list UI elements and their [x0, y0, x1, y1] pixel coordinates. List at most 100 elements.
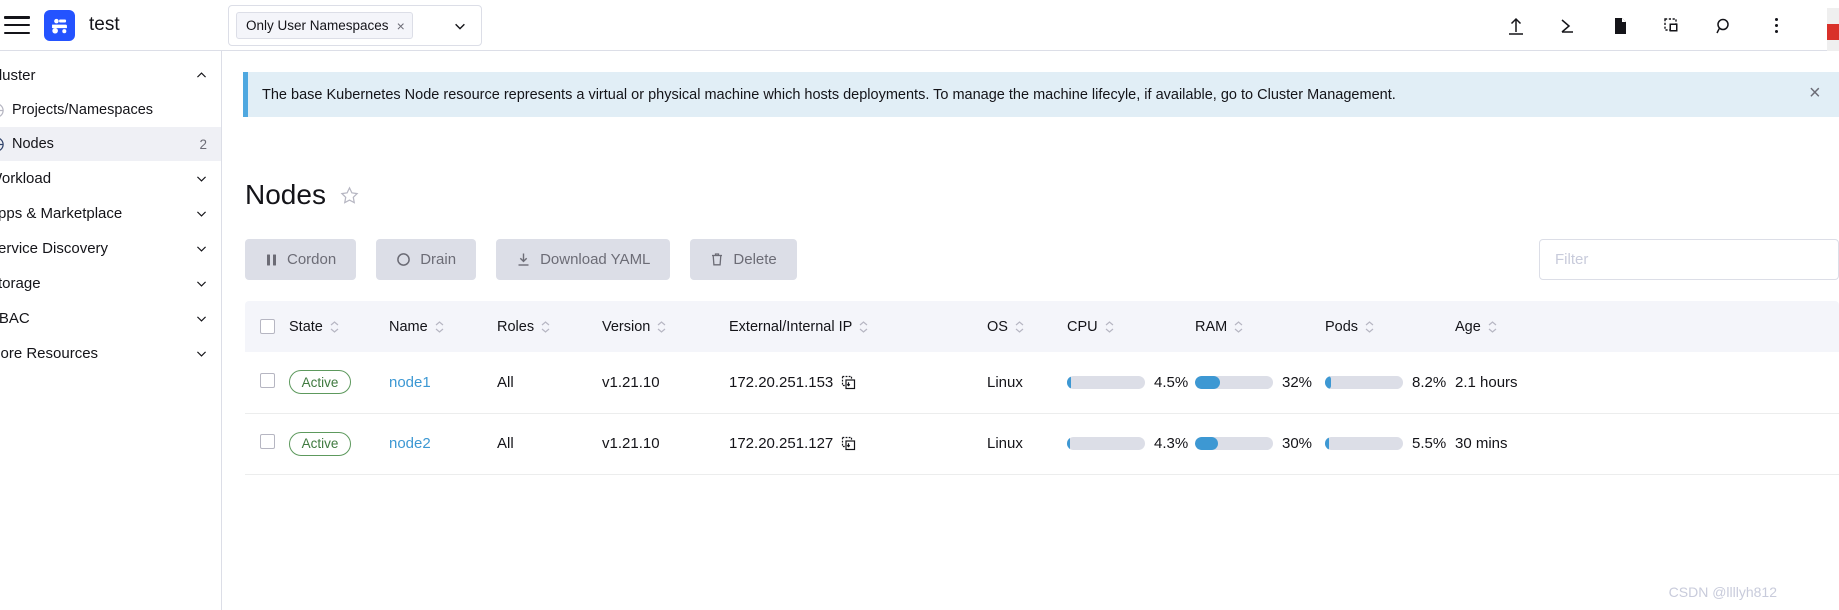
node-name-link[interactable]: node1: [389, 374, 431, 391]
button-label: Drain: [420, 251, 457, 268]
sidebar-group-label: Cluster: [0, 67, 36, 84]
namespace-pill-remove-icon[interactable]: ×: [397, 18, 405, 34]
row-checkbox[interactable]: [260, 434, 275, 449]
filter-input-wrapper[interactable]: [1539, 239, 1839, 280]
namespace-filter[interactable]: Only User Namespaces ×: [228, 5, 482, 46]
sidebar-group-workload[interactable]: Workload: [0, 161, 221, 196]
cell-roles: All: [497, 352, 602, 414]
column-header-version[interactable]: Version: [602, 301, 729, 352]
namespace-pill[interactable]: Only User Namespaces ×: [236, 12, 413, 39]
column-header-age[interactable]: Age: [1455, 301, 1839, 352]
sort-icon[interactable]: [1015, 320, 1024, 333]
column-header-os[interactable]: OS: [987, 301, 1067, 352]
cell-state: Active: [289, 413, 389, 475]
cell-name: node2: [389, 413, 497, 475]
ram-value: 32%: [1282, 373, 1313, 391]
cordon-button[interactable]: Cordon: [245, 239, 357, 280]
sort-icon[interactable]: [541, 320, 550, 333]
cell-cpu: 4.3%: [1067, 413, 1195, 475]
column-header-ram[interactable]: RAM: [1195, 301, 1325, 352]
sort-icon[interactable]: [1234, 320, 1243, 333]
filter-input[interactable]: [1540, 240, 1838, 279]
cell-pods: 8.2%: [1325, 352, 1455, 414]
table-row[interactable]: Active node2 All v1.21.10 172.20.251.127: [245, 413, 1839, 475]
pods-meter: [1325, 437, 1403, 450]
sidebar-item-projects-namespaces[interactable]: Projects/Namespaces: [0, 93, 221, 127]
chevron-down-icon[interactable]: [195, 312, 208, 325]
chevron-down-icon[interactable]: [453, 19, 467, 33]
column-label: Pods: [1325, 318, 1359, 335]
chevron-up-icon[interactable]: [195, 69, 208, 82]
page-title-row: Nodes: [245, 179, 359, 211]
sidebar-item-nodes[interactable]: Nodes 2: [0, 127, 221, 161]
sort-icon[interactable]: [1488, 320, 1497, 333]
sidebar-group-more-resources[interactable]: More Resources: [0, 336, 221, 371]
action-buttons: Cordon Drain Download YAML Delete: [245, 239, 797, 280]
docs-icon[interactable]: [1609, 15, 1631, 37]
column-header-name[interactable]: Name: [389, 301, 497, 352]
header-icon-group: [1505, 0, 1787, 51]
status-badge: Active: [289, 431, 351, 456]
sidebar-group-storage[interactable]: Storage: [0, 266, 221, 301]
row-checkbox[interactable]: [260, 372, 275, 388]
star-icon[interactable]: [340, 185, 359, 205]
pause-icon: [267, 254, 276, 265]
cell-state: Active: [289, 352, 389, 414]
cpu-value: 4.5%: [1154, 373, 1189, 391]
sidebar-group-rbac[interactable]: RBAC: [0, 301, 221, 336]
kubectl-shell-icon[interactable]: [1557, 15, 1579, 37]
chevron-down-icon[interactable]: [195, 277, 208, 290]
sidebar-item-label: Nodes: [12, 136, 54, 152]
sidebar-group-label: Workload: [0, 170, 52, 187]
cell-pods: 5.5%: [1325, 413, 1455, 475]
sidebar-group-label: More Resources: [0, 345, 99, 362]
copy-icon[interactable]: [841, 436, 856, 451]
select-all-checkbox[interactable]: [260, 319, 275, 334]
column-header-cpu[interactable]: CPU: [1067, 301, 1195, 352]
sort-icon[interactable]: [330, 320, 339, 333]
cell-name: node1: [389, 352, 497, 414]
delete-button[interactable]: Delete: [690, 239, 797, 280]
import-yaml-icon[interactable]: [1505, 15, 1527, 37]
chevron-down-icon[interactable]: [195, 172, 208, 185]
cell-os: Linux: [987, 352, 1067, 414]
node-name-link[interactable]: node2: [389, 435, 431, 452]
table-body: Active node1 All v1.21.10 172.20.251.153: [245, 352, 1839, 475]
sidebar-nav: Cluster Projects/Namespaces Nodes 2 Work…: [0, 51, 222, 610]
hamburger-icon[interactable]: [4, 16, 30, 34]
pods-meter-fill: [1325, 437, 1330, 450]
column-header-state[interactable]: State: [289, 301, 389, 352]
column-header-external-internal-ip[interactable]: External/Internal IP: [729, 301, 987, 352]
status-badge: Active: [289, 370, 351, 395]
column-header-roles[interactable]: Roles: [497, 301, 602, 352]
cpu-meter: [1067, 437, 1145, 450]
sort-icon[interactable]: [859, 320, 868, 333]
sidebar-group-apps-marketplace[interactable]: Apps & Marketplace: [0, 196, 221, 231]
kebab-menu-icon[interactable]: [1765, 15, 1787, 37]
sort-icon[interactable]: [657, 320, 666, 333]
sidebar-group-label: Storage: [0, 275, 41, 292]
chevron-down-icon[interactable]: [195, 347, 208, 360]
ip-address-value: 172.20.251.127: [729, 435, 834, 452]
sidebar-group-label: Apps & Marketplace: [0, 205, 123, 222]
rancher-logo-icon[interactable]: [44, 9, 75, 41]
column-header-pods[interactable]: Pods: [1325, 301, 1455, 352]
sort-icon[interactable]: [1105, 320, 1114, 333]
table-row[interactable]: Active node1 All v1.21.10 172.20.251.153: [245, 352, 1839, 414]
copy-icon[interactable]: [841, 375, 856, 390]
select-all-header: [245, 301, 289, 352]
search-icon[interactable]: [1713, 15, 1735, 37]
sort-icon[interactable]: [435, 320, 444, 333]
drain-button[interactable]: Drain: [376, 239, 477, 280]
column-label: RAM: [1195, 318, 1228, 335]
sidebar-group-cluster[interactable]: Cluster: [0, 58, 221, 93]
cell-ram: 32%: [1195, 352, 1325, 414]
column-label: Version: [602, 318, 651, 335]
chevron-down-icon[interactable]: [195, 242, 208, 255]
sort-icon[interactable]: [1365, 320, 1374, 333]
sidebar-group-service-discovery[interactable]: Service Discovery: [0, 231, 221, 266]
chevron-down-icon[interactable]: [195, 207, 208, 220]
close-icon[interactable]: ×: [1809, 83, 1829, 103]
cluster-dashboard-icon[interactable]: [1661, 15, 1683, 37]
download-yaml-button[interactable]: Download YAML: [496, 239, 671, 280]
